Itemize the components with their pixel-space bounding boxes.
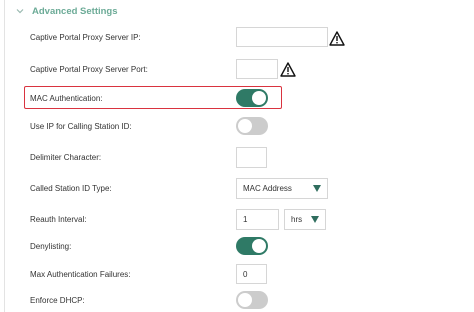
reauth-input[interactable]: 1 — [236, 209, 279, 230]
toggle-knob — [252, 91, 266, 105]
dropdown-arrow-icon — [311, 216, 319, 223]
reauth-unit-select[interactable]: hrs — [284, 209, 326, 230]
warning-icon — [280, 62, 296, 77]
proxy-ip-input[interactable] — [236, 27, 328, 47]
left-border — [4, 0, 5, 312]
called-station-label: Called Station ID Type: — [30, 184, 112, 193]
proxy-ip-label: Captive Portal Proxy Server IP: — [30, 33, 141, 42]
proxy-port-input[interactable] — [236, 59, 278, 79]
enforce-dhcp-toggle[interactable] — [236, 291, 268, 309]
toggle-knob — [238, 293, 252, 307]
reauth-label: Reauth Interval: — [30, 215, 87, 224]
chevron-down-icon — [16, 9, 24, 14]
warning-icon — [329, 31, 345, 46]
delimiter-label: Delimiter Character: — [30, 153, 102, 162]
max-failures-label: Max Authentication Failures: — [30, 270, 131, 279]
toggle-knob — [252, 239, 266, 253]
delimiter-input[interactable] — [236, 147, 267, 168]
proxy-port-label: Captive Portal Proxy Server Port: — [30, 65, 148, 74]
reauth-unit-value: hrs — [291, 215, 303, 224]
called-station-value: MAC Address — [243, 184, 292, 193]
advanced-settings-header[interactable]: Advanced Settings — [14, 4, 118, 18]
denylisting-label: Denylisting: — [30, 242, 72, 251]
denylisting-toggle[interactable] — [236, 237, 268, 255]
called-station-select[interactable]: MAC Address — [236, 178, 328, 199]
use-ip-toggle[interactable] — [236, 117, 268, 135]
max-failures-input[interactable]: 0 — [236, 264, 267, 284]
section-title: Advanced Settings — [32, 5, 118, 17]
mac-auth-label: MAC Authentication: — [30, 94, 103, 103]
enforce-dhcp-label: Enforce DHCP: — [30, 296, 85, 305]
use-ip-label: Use IP for Calling Station ID: — [30, 122, 132, 131]
mac-auth-toggle[interactable] — [236, 89, 268, 107]
toggle-knob — [238, 119, 252, 133]
dropdown-arrow-icon — [313, 185, 321, 192]
